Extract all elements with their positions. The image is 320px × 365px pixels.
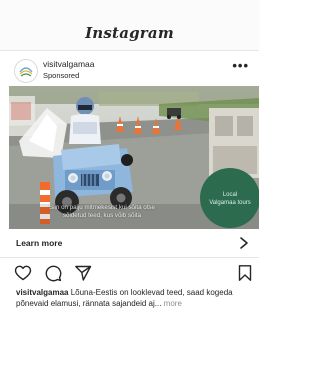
post-caption: visitvalgamaa Lõuna-Eestis on looklevad … (16, 287, 252, 309)
more-options-icon[interactable]: ••• (232, 59, 249, 72)
post-header: visitvalgamaa Sponsored ••• (0, 51, 259, 85)
instagram-logo[interactable]: Instagram (0, 24, 259, 42)
media-badge-line2: Valgamaa tours (209, 200, 251, 206)
media-badge-line1: Local (223, 192, 237, 198)
media-caption-line1: Siin on palju mitmekesist kui sõita otse (49, 204, 155, 211)
sponsored-label: Sponsored (43, 71, 80, 80)
post-username[interactable]: visitvalgamaa (43, 59, 95, 69)
avatar-logo-icon (17, 62, 35, 80)
heart-icon[interactable] (14, 264, 32, 282)
comment-icon[interactable] (44, 264, 62, 282)
top-bar: Instagram (0, 0, 259, 51)
media-caption-line2: sõidetud teed, kus võib sõita (62, 212, 142, 219)
caption-username[interactable]: visitvalgamaa (16, 288, 68, 297)
avatar[interactable] (14, 59, 38, 83)
media-caption: Siin on palju mitmekesist kui sõita otse… (37, 204, 167, 220)
share-icon[interactable] (74, 264, 92, 282)
post-actions (0, 260, 259, 286)
learn-more-button[interactable]: Learn more (16, 238, 62, 248)
caption-more-link[interactable]: more (161, 299, 182, 308)
post-image[interactable]: Local Valgamaa tours Siin on palju mitme… (9, 86, 259, 229)
learn-more-row[interactable]: Learn more (0, 230, 259, 258)
instagram-screen: Instagram visitvalgamaa Sponsored ••• Lo… (0, 0, 259, 365)
bookmark-icon[interactable] (236, 264, 254, 282)
chevron-right-icon[interactable] (237, 235, 251, 251)
